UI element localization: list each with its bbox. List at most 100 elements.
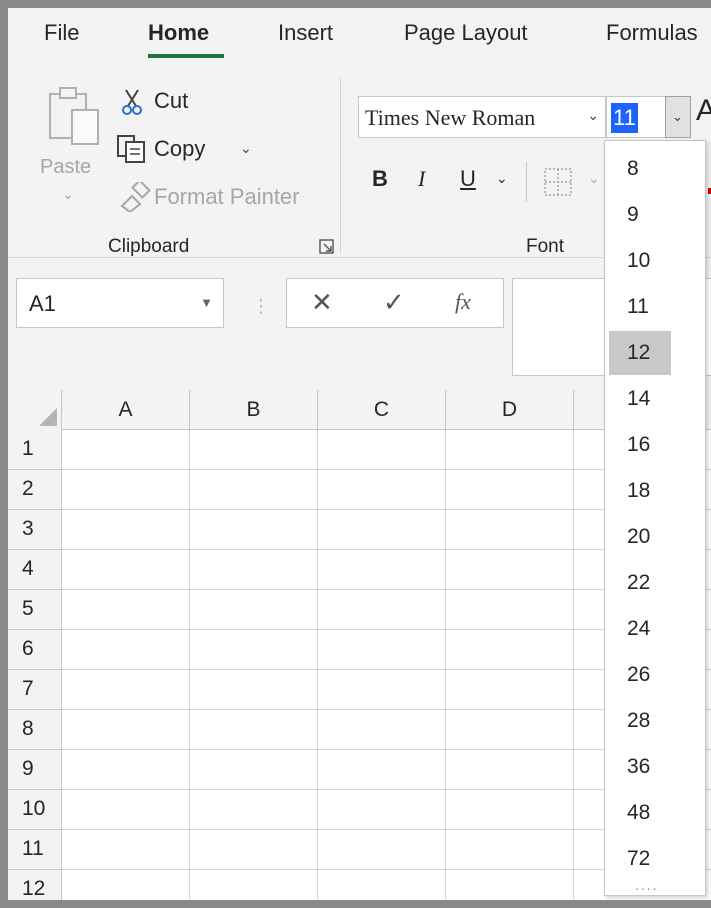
font-size-option-48[interactable]: 48 <box>609 791 671 835</box>
font-size-option-18[interactable]: 18 <box>609 469 671 513</box>
cell[interactable] <box>446 590 574 630</box>
cell[interactable] <box>446 670 574 710</box>
insert-function-icon[interactable]: fx <box>455 289 471 315</box>
cell[interactable] <box>318 670 446 710</box>
cell[interactable] <box>62 590 190 630</box>
cell[interactable] <box>446 630 574 670</box>
font-size-option-28[interactable]: 28 <box>609 699 671 743</box>
copy-dropdown-icon[interactable]: ⌄ <box>240 140 252 157</box>
font-size-option-11[interactable]: 11 <box>609 285 671 329</box>
cell[interactable] <box>190 630 318 670</box>
row-header-7[interactable]: 7 <box>8 670 62 710</box>
cell[interactable] <box>62 750 190 790</box>
cell[interactable] <box>62 630 190 670</box>
cell[interactable] <box>190 470 318 510</box>
font-size-combobox[interactable]: 11 ⌄ <box>606 96 691 138</box>
cell[interactable] <box>318 470 446 510</box>
tab-formulas[interactable]: Formulas <box>606 20 698 46</box>
cell[interactable] <box>318 750 446 790</box>
cell[interactable] <box>62 790 190 830</box>
cell[interactable] <box>190 550 318 590</box>
cell[interactable] <box>62 710 190 750</box>
font-size-option-8[interactable]: 8 <box>609 147 671 191</box>
font-size-option-10[interactable]: 10 <box>609 239 671 283</box>
cell[interactable] <box>62 510 190 550</box>
cell[interactable] <box>190 790 318 830</box>
cell[interactable] <box>62 830 190 870</box>
cell[interactable] <box>190 830 318 870</box>
cell[interactable] <box>62 870 190 900</box>
cell[interactable] <box>446 470 574 510</box>
font-size-option-72[interactable]: 72 <box>609 837 671 881</box>
cell[interactable] <box>190 870 318 900</box>
font-name-dropdown-icon[interactable]: ⌄ <box>587 107 599 124</box>
borders-dropdown-icon[interactable]: ⌄ <box>588 170 600 187</box>
bold-button[interactable]: B <box>372 166 388 192</box>
column-header-b[interactable]: B <box>190 390 318 430</box>
cell[interactable] <box>190 430 318 470</box>
row-header-2[interactable]: 2 <box>8 470 62 510</box>
cell[interactable] <box>318 510 446 550</box>
cell[interactable] <box>62 670 190 710</box>
row-header-6[interactable]: 6 <box>8 630 62 670</box>
font-size-option-26[interactable]: 26 <box>609 653 671 697</box>
borders-icon[interactable] <box>542 166 574 198</box>
grow-font-button[interactable]: A <box>696 94 711 128</box>
enter-icon[interactable]: ✓ <box>383 287 405 318</box>
row-header-8[interactable]: 8 <box>8 710 62 750</box>
cell[interactable] <box>446 710 574 750</box>
select-all-button[interactable] <box>8 390 62 430</box>
cell[interactable] <box>318 630 446 670</box>
name-box[interactable]: A1 ▼ <box>16 278 224 328</box>
cell[interactable] <box>190 590 318 630</box>
row-header-12[interactable]: 12 <box>8 870 62 900</box>
italic-button[interactable]: I <box>418 166 425 192</box>
formula-bar-grip[interactable]: ⋮ <box>252 296 270 317</box>
underline-button[interactable]: U <box>460 166 476 192</box>
cancel-icon[interactable]: ✕ <box>311 287 333 318</box>
row-header-1[interactable]: 1 <box>8 430 62 470</box>
row-header-4[interactable]: 4 <box>8 550 62 590</box>
cell[interactable] <box>190 510 318 550</box>
underline-dropdown-icon[interactable]: ⌄ <box>496 170 508 187</box>
copy-button[interactable]: Copy ⌄ <box>116 134 266 166</box>
column-header-d[interactable]: D <box>446 390 574 430</box>
cell[interactable] <box>62 470 190 510</box>
cell[interactable] <box>446 430 574 470</box>
font-size-option-16[interactable]: 16 <box>609 423 671 467</box>
tab-insert[interactable]: Insert <box>278 20 333 46</box>
cell[interactable] <box>318 430 446 470</box>
tab-page-layout[interactable]: Page Layout <box>404 20 528 46</box>
cell[interactable] <box>190 670 318 710</box>
font-size-option-24[interactable]: 24 <box>609 607 671 651</box>
cell[interactable] <box>446 790 574 830</box>
cell[interactable] <box>190 750 318 790</box>
name-box-dropdown-icon[interactable]: ▼ <box>200 295 213 310</box>
cell[interactable] <box>318 590 446 630</box>
font-size-dropdown-button[interactable]: ⌄ <box>665 96 691 138</box>
cell[interactable] <box>190 710 318 750</box>
tab-file[interactable]: File <box>44 20 79 46</box>
font-size-option-36[interactable]: 36 <box>609 745 671 789</box>
paste-dropdown-icon[interactable]: ⌄ <box>62 186 74 203</box>
cell[interactable] <box>62 430 190 470</box>
font-size-option-22[interactable]: 22 <box>609 561 671 605</box>
column-header-c[interactable]: C <box>318 390 446 430</box>
font-name-combobox[interactable]: Times New Roman ⌄ <box>358 96 606 138</box>
font-size-option-12[interactable]: 12 <box>609 331 671 375</box>
cell[interactable] <box>318 870 446 900</box>
row-header-10[interactable]: 10 <box>8 790 62 830</box>
font-size-option-14[interactable]: 14 <box>609 377 671 421</box>
cell[interactable] <box>62 550 190 590</box>
cell[interactable] <box>446 510 574 550</box>
font-size-option-9[interactable]: 9 <box>609 193 671 237</box>
cell[interactable] <box>446 750 574 790</box>
cell[interactable] <box>318 550 446 590</box>
cell[interactable] <box>318 830 446 870</box>
row-header-5[interactable]: 5 <box>8 590 62 630</box>
row-header-11[interactable]: 11 <box>8 830 62 870</box>
format-painter-button[interactable]: Format Painter <box>118 180 318 214</box>
font-size-option-20[interactable]: 20 <box>609 515 671 559</box>
row-header-3[interactable]: 3 <box>8 510 62 550</box>
cell[interactable] <box>446 870 574 900</box>
